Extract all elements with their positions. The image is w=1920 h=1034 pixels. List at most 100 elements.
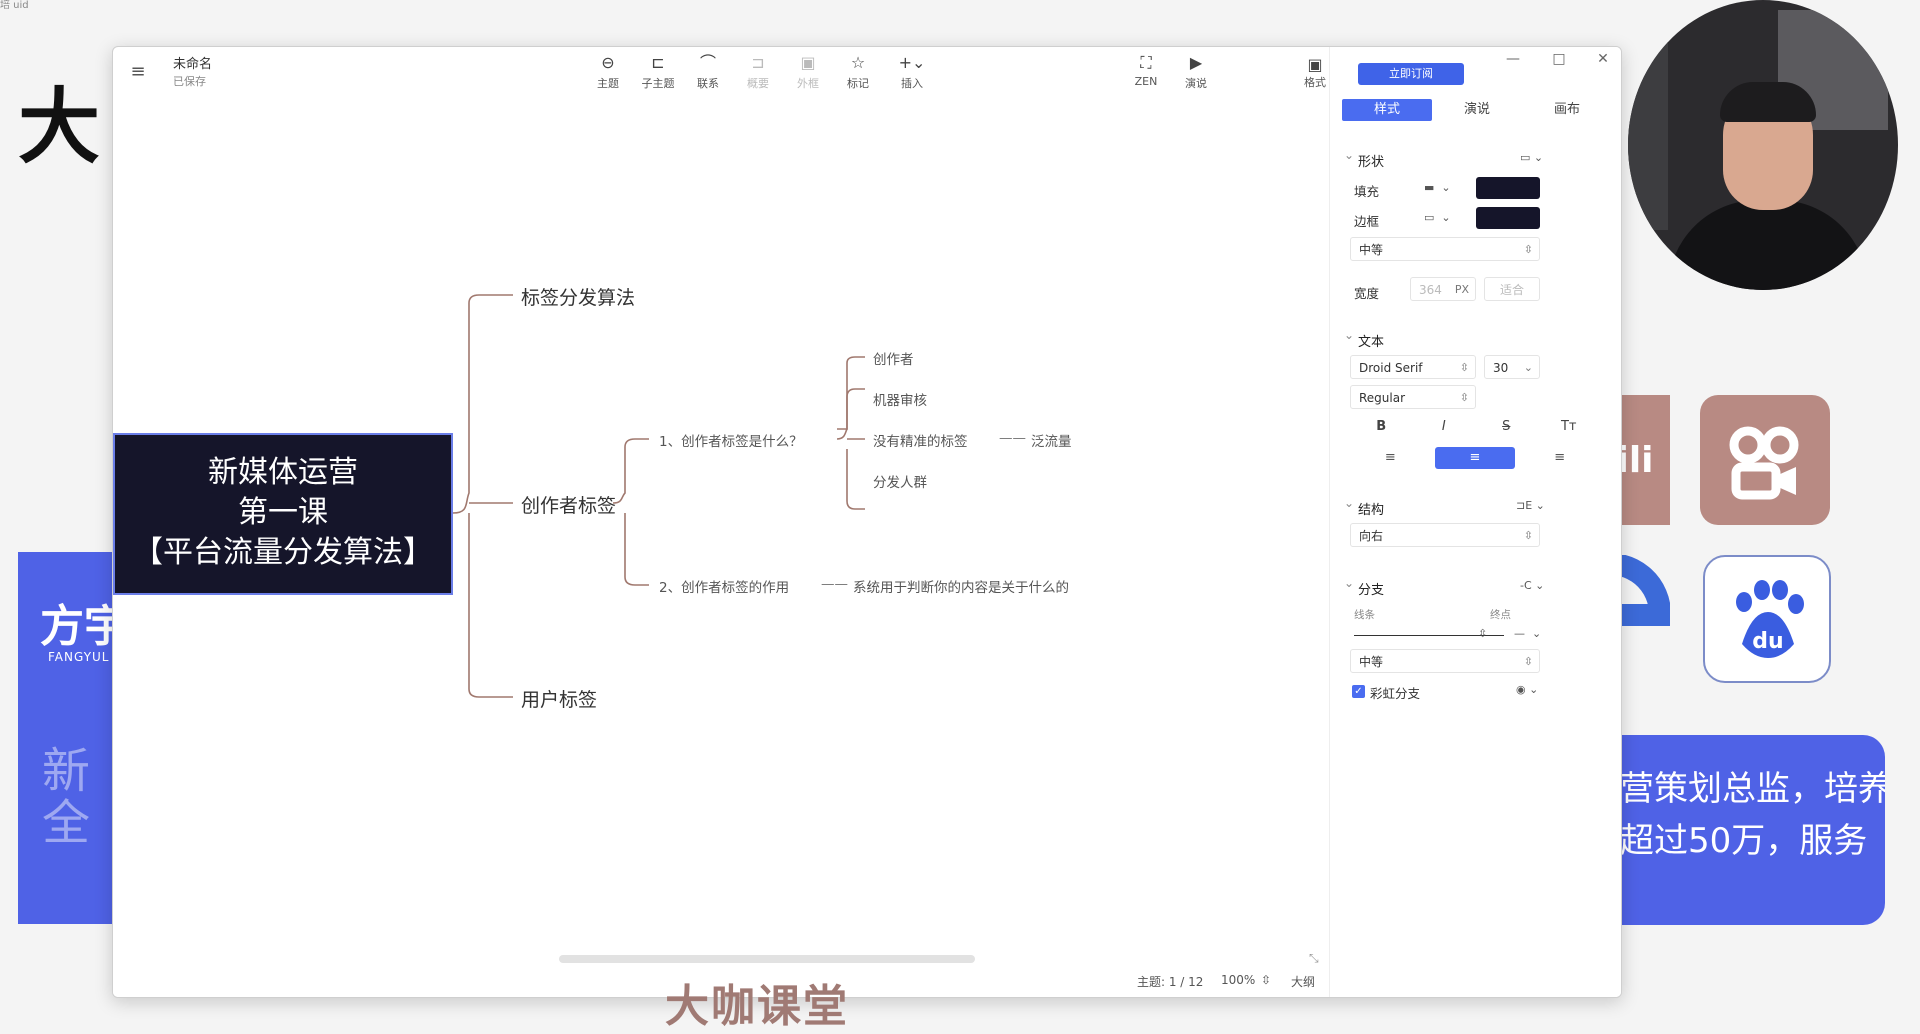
branch-tag-algorithm[interactable]: 标签分发算法 — [521, 283, 635, 310]
border-label: 边框 — [1354, 214, 1380, 229]
summary-button[interactable]: ⊐ 概要 — [735, 53, 781, 91]
width-input[interactable]: 364 PX — [1410, 277, 1476, 301]
fit-button[interactable]: 适合 — [1484, 277, 1540, 301]
fill-style-select[interactable]: ▬ ⌄ — [1424, 181, 1451, 194]
width-value: 364 — [1419, 283, 1442, 297]
zoom-level[interactable]: 100% — [1221, 973, 1255, 987]
leaf-no-precise-tag[interactable]: 没有精准的标签 — [873, 430, 968, 450]
boundary-button[interactable]: ▣ 外框 — [785, 53, 831, 91]
branch-creator-tag[interactable]: 创作者标签 — [521, 491, 616, 518]
kuaishou-logo-icon — [1700, 395, 1830, 525]
strikethrough-button[interactable]: S — [1475, 419, 1538, 434]
subtopic-button[interactable]: ⊏ 子主题 — [635, 53, 681, 91]
align-left-button[interactable]: ≡ — [1350, 447, 1431, 469]
insert-button[interactable]: +⌄ 插入 — [889, 53, 935, 91]
rainbow-branch-checkbox[interactable]: ✓ — [1352, 685, 1365, 698]
insert-label: 插入 — [901, 77, 923, 90]
zen-button[interactable]: ⛶ ZEN — [1123, 53, 1169, 88]
section-text[interactable]: 文本 — [1344, 328, 1384, 350]
relationship-label: 联系 — [697, 77, 719, 90]
font-weight-select[interactable]: Regular ⇳ — [1350, 385, 1476, 409]
leaf-distribution-crowd[interactable]: 分发人群 — [873, 471, 927, 491]
close-icon[interactable]: ✕ — [1588, 51, 1618, 67]
baidu-logo-icon: du — [1703, 555, 1831, 683]
minimize-icon[interactable]: — — [1498, 51, 1528, 67]
relationship-button[interactable]: ⌒ 联系 — [685, 53, 731, 91]
rainbow-branch-label: 彩虹分支 — [1370, 686, 1421, 701]
bili-text: ili — [1616, 439, 1654, 481]
border-color-swatch[interactable] — [1476, 207, 1540, 229]
relationship-icon: ⌒ — [699, 53, 716, 72]
updown-icon: ⇳ — [1523, 243, 1533, 256]
branch-icon-select[interactable]: -C ⌄ — [1520, 579, 1544, 592]
structure-value: 向右 — [1359, 529, 1384, 543]
structure-icon-select[interactable]: ⊐E ⌄ — [1516, 499, 1545, 512]
font-family-select[interactable]: Droid Serif ⇳ — [1350, 355, 1476, 379]
font-size-select[interactable]: 30 ⌄ — [1484, 355, 1540, 379]
leaf-machine-review[interactable]: 机器审核 — [873, 389, 927, 409]
present-button[interactable]: ▶ 演说 — [1173, 53, 1219, 91]
resize-handle-icon[interactable]: ⤡ — [1309, 951, 1319, 966]
tab-style[interactable]: 样式 — [1342, 99, 1432, 121]
width-unit: PX — [1454, 283, 1469, 296]
slide-info-line-2: 超过50万，服务 — [1620, 821, 1868, 861]
branch-user-tag[interactable]: 用户标签 — [521, 685, 597, 712]
marker-button[interactable]: ☆ 标记 — [835, 53, 881, 91]
end-label: 终点 — [1490, 609, 1511, 621]
mindmap-canvas[interactable]: 新媒体运营 第一课 【平台流量分发算法】 标签分发算法 创作者标签 用户标签 1… — [113, 103, 1329, 997]
branch-end-select[interactable]: — ⌄ — [1514, 627, 1541, 640]
tab-canvas[interactable]: 画布 — [1522, 99, 1612, 121]
fill-label: 填充 — [1354, 184, 1380, 199]
updown-icon: ⇳ — [1523, 529, 1533, 542]
leaf-creator[interactable]: 创作者 — [873, 348, 914, 368]
root-topic-node[interactable]: 新媒体运营 第一课 【平台流量分发算法】 — [113, 433, 453, 595]
italic-button[interactable]: I — [1413, 419, 1476, 434]
subtopic-purpose[interactable]: 2、创作者标签的作用 — [659, 576, 789, 596]
leaf-effect[interactable]: 系统用于判断你的内容是关于什么的 — [853, 576, 1069, 596]
slide-info-box: 营策划总监，培养 超过50万，服务 — [1600, 735, 1885, 925]
menu-icon[interactable]: ≡ — [127, 61, 149, 83]
topic-count: 主题: 1 / 12 — [1137, 975, 1204, 989]
outline-toggle[interactable]: 大纲 — [1291, 973, 1315, 990]
border-weight-value: 中等 — [1359, 243, 1384, 257]
zoom-stepper-icon[interactable]: ⇳ — [1261, 973, 1271, 987]
structure-select[interactable]: 向右 ⇳ — [1350, 523, 1540, 547]
zen-icon: ⛶ — [1140, 53, 1152, 72]
updown-icon: ⇳ — [1459, 361, 1469, 374]
shape-select[interactable]: ▭ ⌄ — [1520, 151, 1543, 164]
subscribe-button[interactable]: 立即订阅 — [1358, 63, 1464, 85]
topic-icon: ⊖ — [601, 53, 615, 72]
document-title[interactable]: 未命名 — [173, 53, 212, 72]
root-line-3: 【平台流量分发算法】 — [133, 535, 433, 570]
horizontal-scrollbar[interactable] — [559, 955, 975, 963]
align-center-button[interactable]: ≡ — [1434, 447, 1516, 469]
subtopic-what-is[interactable]: 1、创作者标签是什么？ — [659, 430, 803, 450]
presenter-body — [1668, 200, 1868, 290]
border-style-select[interactable]: ▭ ⌄ — [1424, 211, 1451, 224]
border-weight-select[interactable]: 中等 ⇳ — [1350, 237, 1540, 261]
maximize-icon[interactable]: □ — [1544, 51, 1574, 67]
subtopic-icon: ⊏ — [651, 53, 665, 72]
rainbow-palette-select[interactable]: ◉ ⌄ — [1516, 683, 1538, 696]
bold-button[interactable]: B — [1350, 419, 1413, 434]
section-branch[interactable]: 分支 — [1344, 576, 1384, 598]
text-style-row: B I S Tт — [1350, 419, 1600, 434]
topic-button[interactable]: ⊖ 主题 — [585, 53, 631, 91]
align-right-button[interactable]: ≡ — [1519, 447, 1600, 469]
text-case-button[interactable]: Tт — [1538, 419, 1601, 434]
panel-tabs: 样式 演说 画布 — [1342, 99, 1612, 121]
tab-presentation[interactable]: 演说 — [1432, 99, 1522, 121]
section-structure[interactable]: 结构 — [1344, 496, 1384, 518]
fill-color-swatch[interactable] — [1476, 177, 1540, 199]
branch-weight-select[interactable]: 中等 ⇳ — [1350, 649, 1540, 673]
slide-info-line-1: 营策划总监，培养 — [1620, 769, 1885, 809]
boundary-icon: ▣ — [800, 53, 816, 72]
section-shape[interactable]: 形状 — [1344, 148, 1384, 170]
mindmap-app-window: ≡ 未命名 已保存 ⊖ 主题 ⊏ 子主题 ⌒ 联系 ⊐ 概要 ▣ 外框 ☆ 标记 +⌄ 插入 … — [112, 46, 1622, 998]
bookshelf-left — [1628, 30, 1668, 230]
leaf-broad-traffic[interactable]: 泛流量 — [1031, 430, 1072, 450]
marker-label: 标记 — [847, 77, 869, 90]
updown-icon[interactable]: ⇳ — [1478, 627, 1487, 640]
updown-icon: ⇳ — [1523, 655, 1533, 668]
root-line-2: 第一课 — [238, 495, 328, 530]
